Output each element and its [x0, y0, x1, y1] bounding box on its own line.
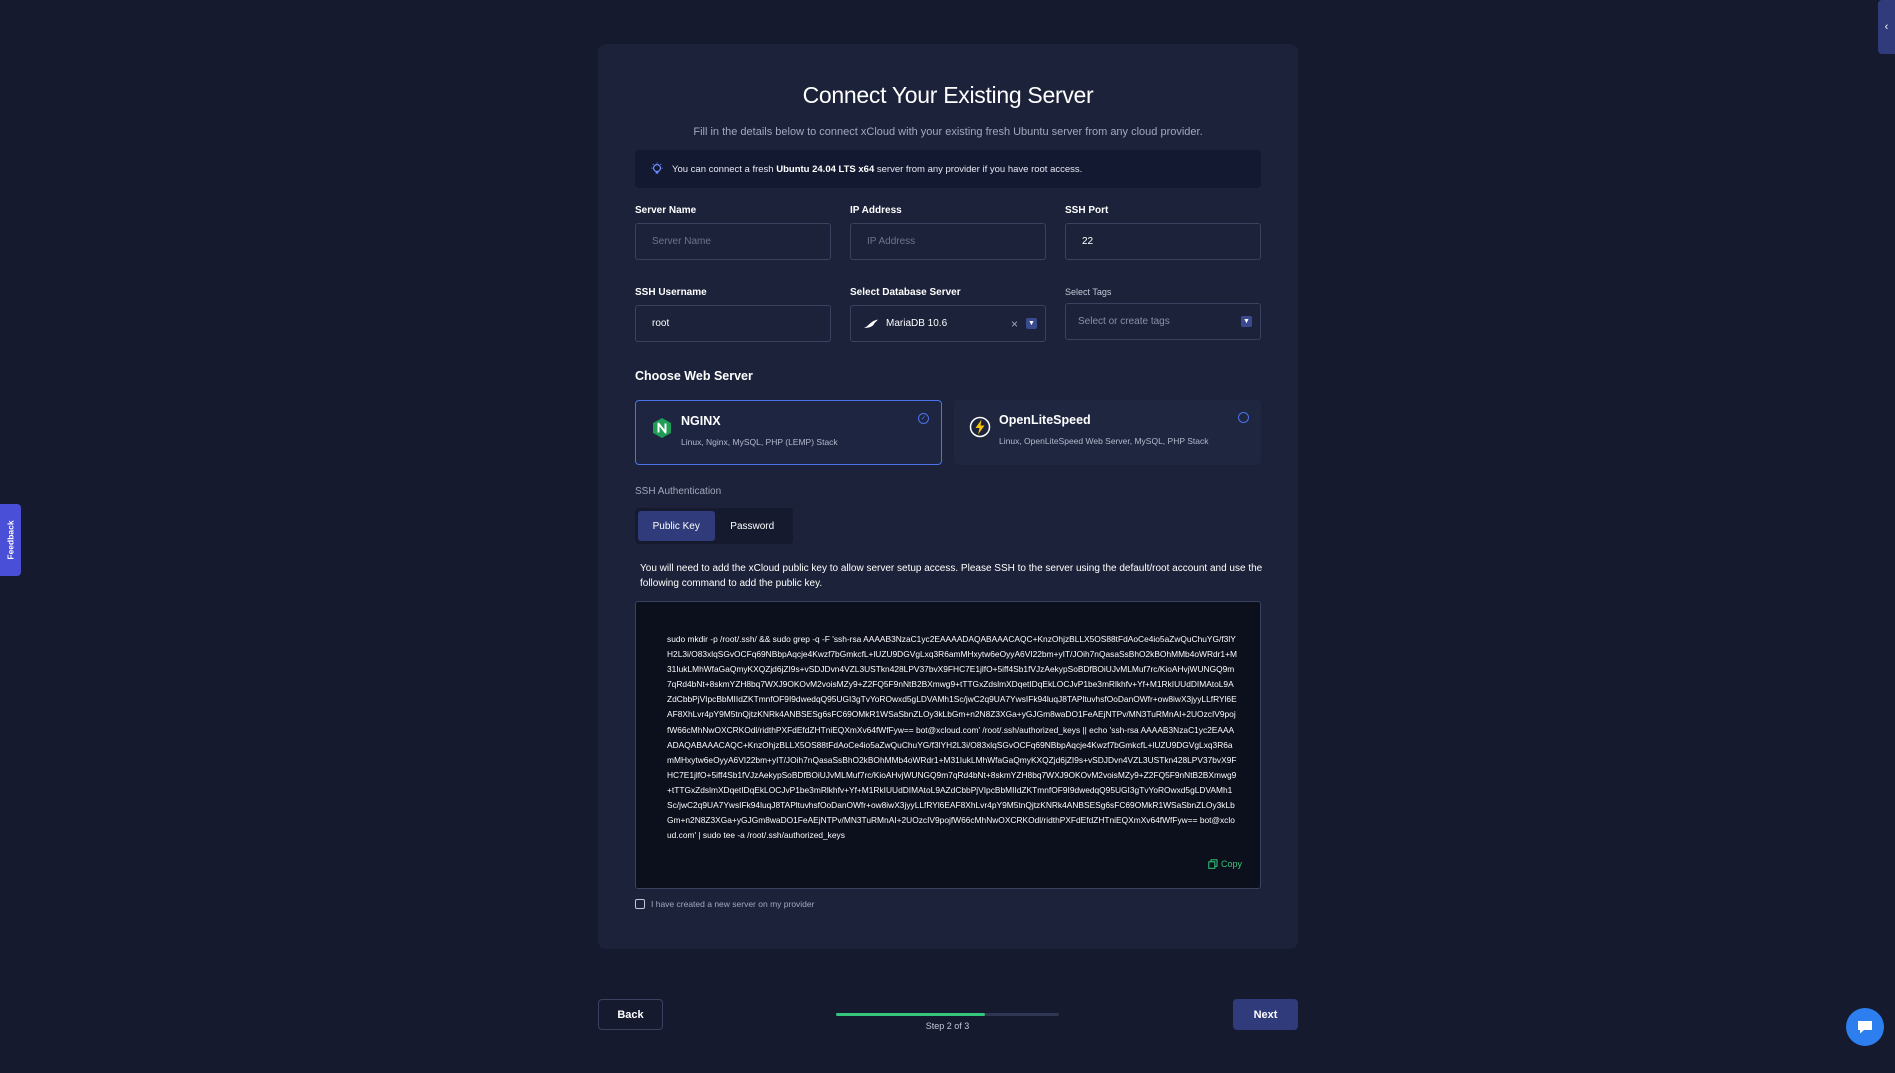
copy-label: Copy [1220, 859, 1242, 869]
web-server-name: NGINX [681, 414, 721, 428]
ssh-username-label: SSH Username [635, 287, 707, 298]
ip-address-label: IP Address [850, 205, 902, 216]
server-name-label: Server Name [635, 205, 697, 216]
step-progress-bar [836, 1013, 1059, 1016]
page-title: Connect Your Existing Server [802, 82, 1094, 108]
web-server-option-nginx[interactable]: NGINX Linux, Nginx, MySQL, PHP (LEMP) St… [635, 400, 942, 465]
web-server-title: Choose Web Server [635, 369, 753, 383]
notice-prefix: You can connect a fresh [672, 163, 774, 175]
copy-button[interactable]: Copy [1208, 859, 1242, 869]
ssh-port-input[interactable] [1065, 223, 1261, 260]
ssh-username-input[interactable] [635, 305, 831, 342]
copy-icon [1208, 859, 1218, 869]
web-server-description: Linux, OpenLiteSpeed Web Server, MySQL, … [999, 436, 1209, 446]
nginx-logo-icon [653, 418, 671, 438]
public-key-command-box: sudo mkdir -p /root/.ssh/ && sudo grep -… [635, 601, 1261, 889]
tab-public-key[interactable]: Public Key [638, 511, 715, 541]
chevron-down-icon[interactable]: ▼ [1241, 316, 1252, 327]
connect-server-card: Connect Your Existing Server Fill in the… [598, 44, 1298, 949]
feedback-tab[interactable]: Feedback [0, 504, 21, 576]
radio-checked-icon[interactable]: ✓ [918, 413, 929, 424]
tags-label: Select Tags [1065, 287, 1112, 297]
database-server-label: Select Database Server [850, 287, 961, 298]
ssh-auth-label: SSH Authentication [635, 486, 722, 497]
feedback-label: Feedback [5, 520, 16, 560]
sidebar-collapse-button[interactable]: ‹ [1878, 0, 1895, 54]
chat-bubble-icon [1858, 1021, 1872, 1034]
server-name-input[interactable] [635, 223, 831, 260]
notice-suffix: server from any provider if you have roo… [876, 163, 1083, 175]
tags-select[interactable]: Select or create tags ▼ [1065, 303, 1261, 340]
openlitespeed-logo-icon [969, 416, 991, 438]
radio-unchecked-icon[interactable] [1238, 412, 1249, 423]
chat-button[interactable] [1846, 1008, 1884, 1046]
mariadb-seal-icon [864, 319, 878, 328]
tab-password[interactable]: Password [715, 511, 791, 541]
lightbulb-icon [651, 162, 663, 174]
database-server-value: MariaDB 10.6 [886, 318, 948, 329]
ssh-auth-tabs: Public Key Password [635, 508, 793, 544]
ubuntu-notice: You can connect a fresh Ubuntu 24.04 LTS… [635, 150, 1261, 188]
ip-address-input[interactable] [850, 223, 1046, 260]
web-server-option-openlitespeed[interactable]: OpenLiteSpeed Linux, OpenLiteSpeed Web S… [954, 400, 1261, 465]
ssh-port-label: SSH Port [1065, 205, 1109, 216]
step-progress-fill [836, 1013, 985, 1016]
web-server-name: OpenLiteSpeed [999, 413, 1091, 427]
chevron-left-icon: ‹ [1884, 21, 1889, 33]
tags-placeholder: Select or create tags [1078, 316, 1170, 327]
back-button[interactable]: Back [598, 999, 663, 1030]
page-subtitle: Fill in the details below to connect xCl… [693, 126, 1203, 138]
web-server-description: Linux, Nginx, MySQL, PHP (LEMP) Stack [681, 437, 838, 447]
database-server-select[interactable]: MariaDB 10.6 × ▼ [850, 305, 1046, 342]
confirm-checkbox[interactable] [635, 899, 645, 909]
notice-highlight: Ubuntu 24.04 LTS x64 [776, 163, 875, 175]
chevron-down-icon[interactable]: ▼ [1026, 318, 1037, 329]
public-key-command[interactable]: sudo mkdir -p /root/.ssh/ && sudo grep -… [667, 632, 1237, 843]
step-label: Step 2 of 3 [925, 1021, 970, 1031]
confirm-checkbox-row[interactable]: I have created a new server on my provid… [635, 899, 814, 909]
clear-icon[interactable]: × [1011, 317, 1018, 331]
confirm-checkbox-label: I have created a new server on my provid… [651, 899, 815, 909]
ssh-instructions: You will need to add the xCloud public k… [640, 563, 1263, 589]
next-button[interactable]: Next [1233, 999, 1298, 1030]
